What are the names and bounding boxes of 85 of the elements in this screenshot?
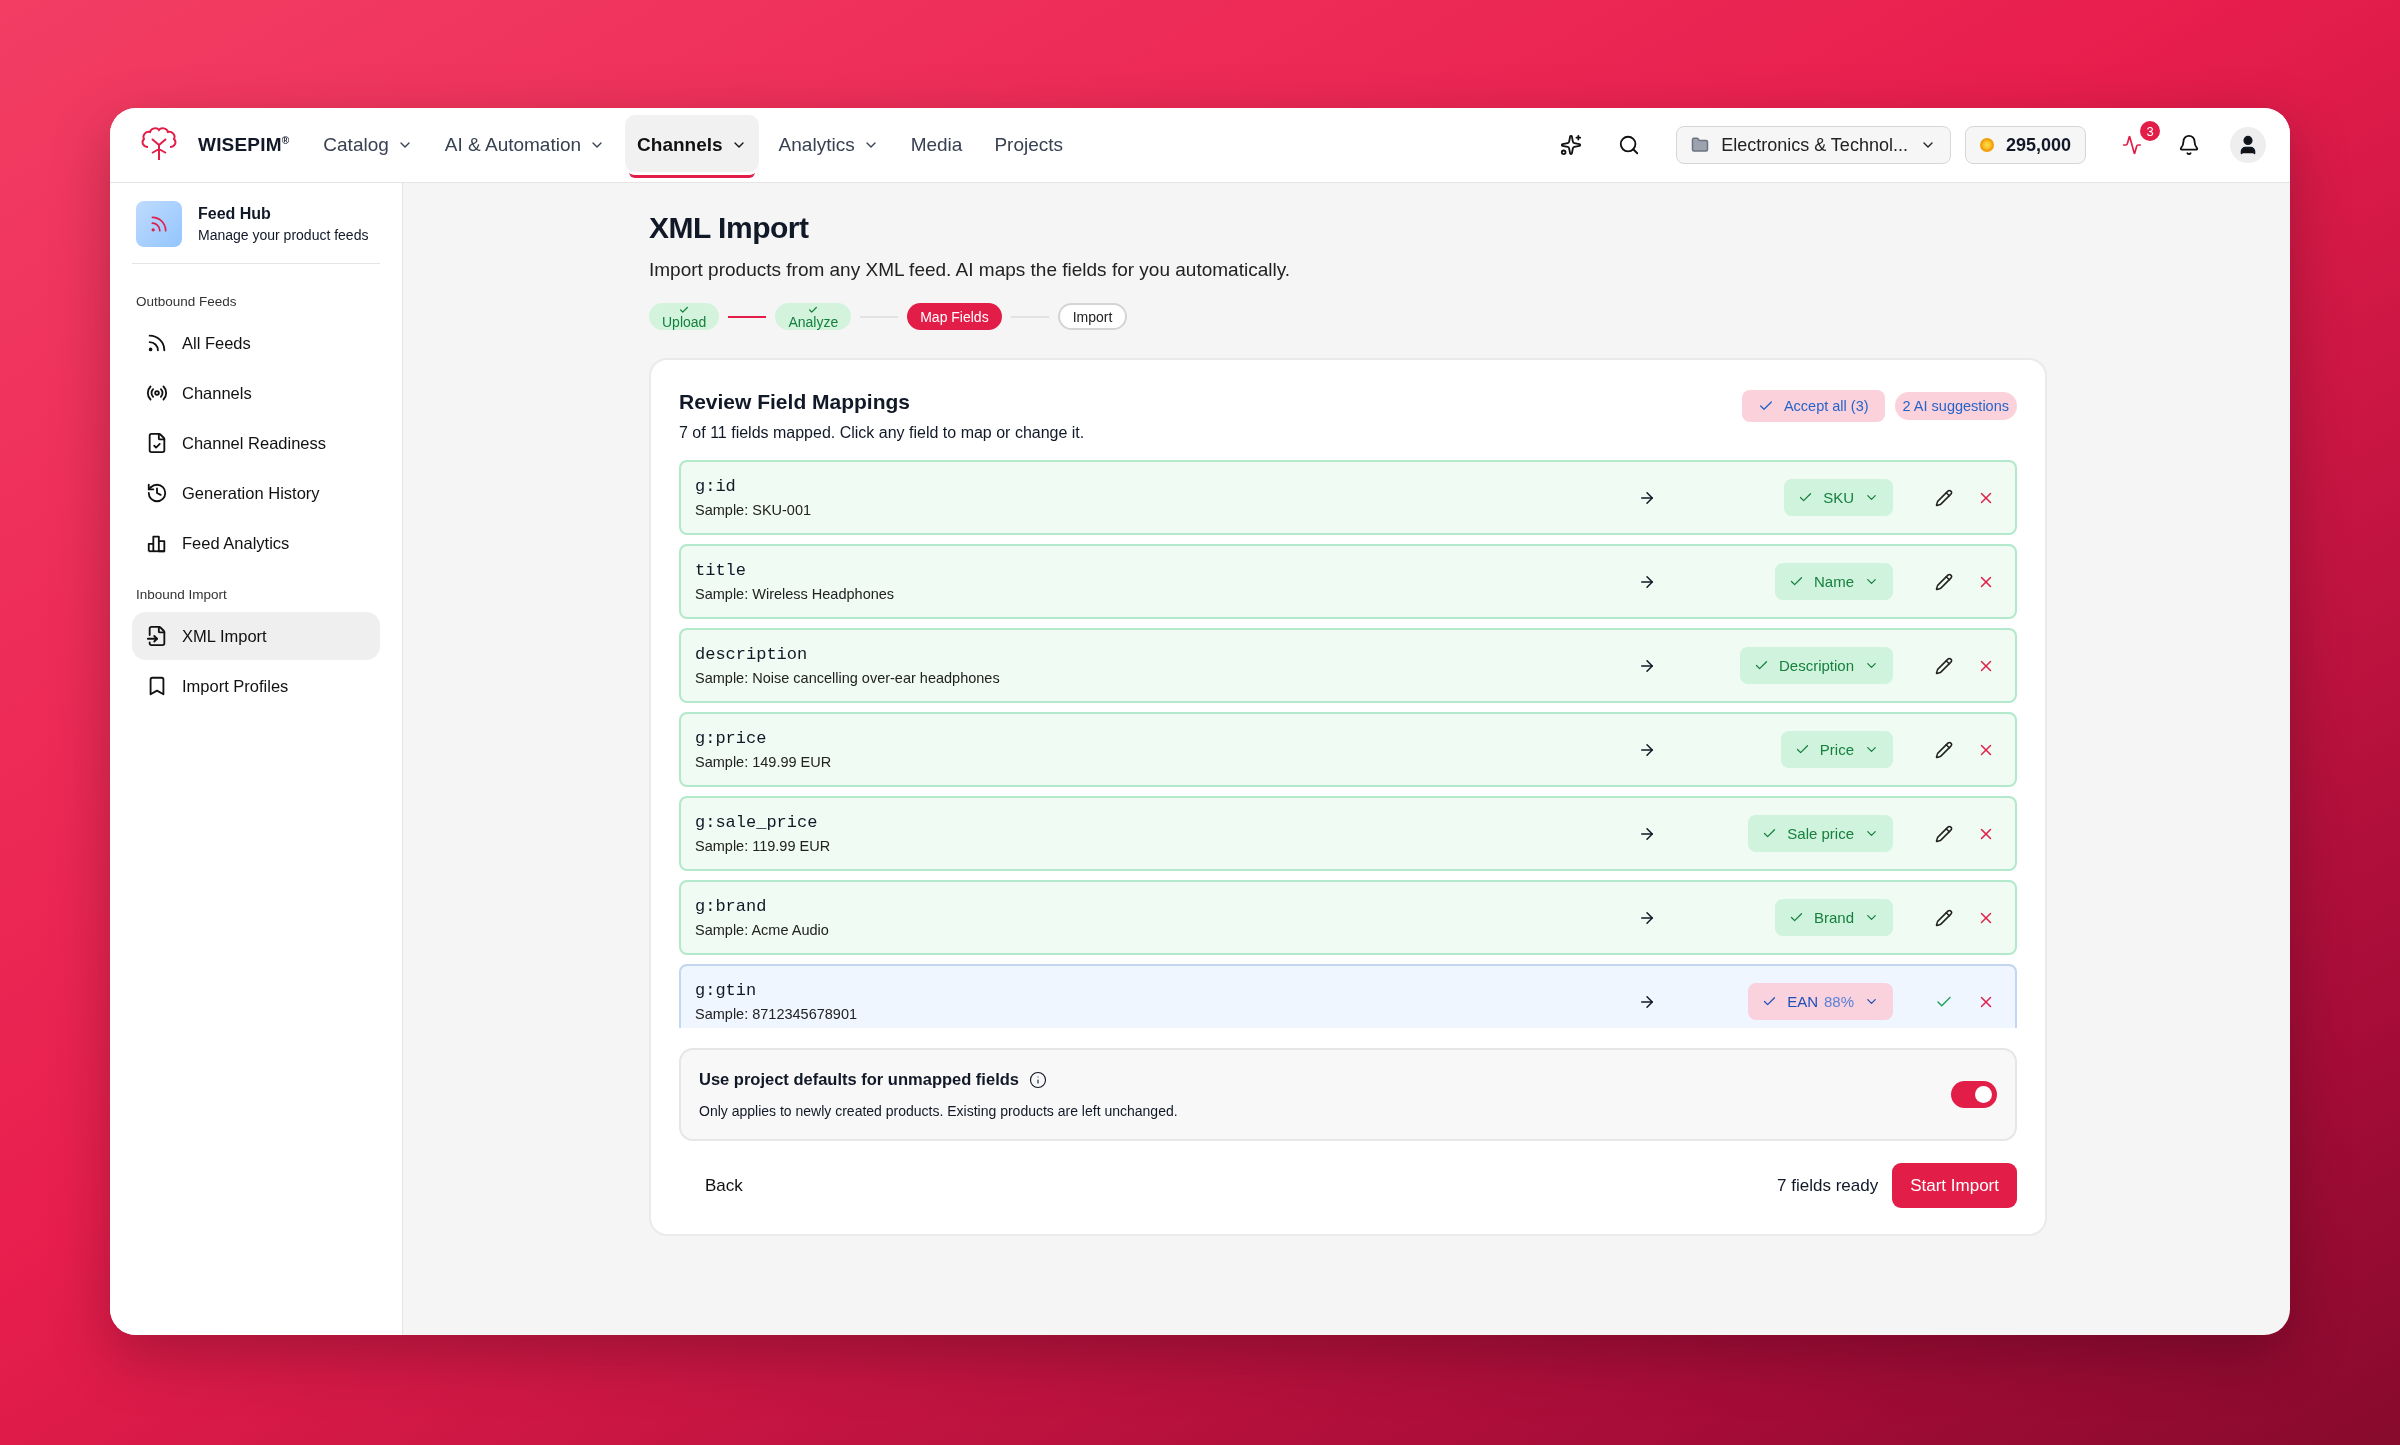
field-name: g:id — [695, 477, 737, 496]
mapping-row[interactable]: g:sale_price Sample: 119.99 EUR Sale price — [679, 796, 2017, 871]
avatar[interactable] — [2230, 127, 2266, 163]
pencil-icon — [1935, 740, 1953, 759]
start-import-button[interactable]: Start Import — [1892, 1163, 2017, 1208]
toggle-switch[interactable] — [1951, 1081, 1997, 1108]
step-pill: Map Fields — [907, 303, 1002, 330]
pencil-icon — [1935, 908, 1953, 927]
rss-icon — [149, 214, 169, 234]
mapping-row[interactable]: g:brand Sample: Acme Audio Brand — [679, 880, 2017, 955]
target-field-select[interactable]: Sale price — [1748, 815, 1893, 852]
mapping-row[interactable]: title Sample: Wireless Headphones Name — [679, 544, 2017, 619]
sparkles-icon — [1560, 134, 1583, 156]
nav-tab[interactable]: Media — [898, 115, 975, 175]
check-icon — [679, 304, 690, 315]
sidebar-item[interactable]: Import Profiles — [132, 662, 380, 710]
field-sample: Sample: 119.99 EUR — [695, 838, 832, 854]
target-field-select[interactable]: Name — [1775, 563, 1893, 600]
pencil-icon — [1935, 824, 1953, 843]
page-subtitle: Import products from any XML feed. AI maps the fields for you automatically. — [649, 259, 1291, 281]
pulse-icon — [2122, 135, 2142, 155]
nav-tab[interactable]: Catalog — [311, 115, 425, 175]
mapping-row[interactable]: g:price Sample: 149.99 EUR Price — [679, 712, 2017, 787]
search-icon — [1618, 134, 1641, 156]
check-icon — [808, 304, 819, 315]
mapping-row[interactable]: g:gtin Sample: 8712345678901 EAN 88% — [679, 964, 2017, 1028]
field-name: g:brand — [695, 897, 768, 916]
file-check-icon — [146, 432, 168, 454]
field-sample: Sample: 8712345678901 — [695, 1006, 859, 1022]
pencil-icon — [1935, 488, 1953, 507]
target-field-select[interactable]: EAN 88% — [1748, 983, 1893, 1020]
history-icon — [146, 482, 168, 504]
sidebar-item[interactable]: Generation History — [132, 469, 380, 517]
target-field-select[interactable]: Description — [1739, 647, 1893, 684]
sidebar-item[interactable]: Feed Analytics — [132, 519, 380, 567]
mapping-row[interactable]: g:id Sample: SKU-001 SKU — [679, 460, 2017, 535]
pencil-icon — [1935, 656, 1953, 675]
field-sample: Sample: 149.99 EUR — [695, 754, 833, 770]
sidebar-item[interactable]: Channel Readiness — [132, 419, 380, 467]
credits-balance: 295,000 — [1964, 126, 2086, 164]
field-name: title — [695, 561, 747, 580]
project-select[interactable]: Electronics & Technol... — [1676, 126, 1951, 164]
folder-icon — [1691, 136, 1710, 154]
card-title: Review Field Mappings — [679, 390, 912, 414]
field-sample: Sample: Noise cancelling over-ear headphones — [695, 670, 1001, 686]
field-sample: Sample: SKU-001 — [695, 502, 813, 518]
defaults-description: Only applies to newly created products. Existing products are left unchanged. — [699, 1103, 1178, 1119]
bell-icon — [2178, 134, 2200, 156]
target-field-select[interactable]: Brand — [1774, 899, 1893, 936]
notification-badge: 3 — [2140, 121, 2160, 141]
field-name: g:sale_price — [695, 813, 819, 832]
accept-all-button[interactable]: Accept all (3) — [1741, 390, 1885, 422]
step-pill: Import — [1057, 303, 1128, 330]
defaults-title: Use project defaults for unmapped fields — [699, 1070, 1019, 1089]
mapping-row[interactable]: description Sample: Noise cancelling over-ear headphones Description — [679, 628, 2017, 703]
nav-tab[interactable]: AI & Automation — [432, 115, 618, 175]
pencil-icon — [1935, 572, 1953, 591]
card-subtitle: 7 of 11 fields mapped. Click any field to map or change it. — [679, 424, 1085, 442]
field-sample: Sample: Acme Audio — [695, 922, 830, 938]
step-pill: Upload — [649, 303, 720, 330]
nav-tab[interactable]: Channels — [625, 115, 759, 175]
back-button[interactable]: Back — [679, 1165, 769, 1206]
brand-name: WISEPIM$^{®}$ — [198, 134, 290, 156]
sidebar-item[interactable]: XML Import — [132, 612, 380, 660]
sidebar-item[interactable]: All Feeds — [132, 319, 380, 367]
info-icon[interactable] — [1029, 1070, 1047, 1089]
sidebar-group-label: Outbound Feeds — [136, 294, 238, 309]
rss-icon — [146, 332, 168, 354]
target-field-select[interactable]: Price — [1780, 731, 1893, 768]
target-field-select[interactable]: SKU — [1784, 479, 1893, 516]
sidebar-item[interactable]: Channels — [132, 369, 380, 417]
nav-tab[interactable]: Projects — [982, 115, 1076, 175]
page-title: XML Import — [649, 211, 810, 245]
field-name: g:gtin — [695, 981, 758, 1000]
suggestions-badge: 2 AI suggestions — [1894, 392, 2017, 420]
nav-tab[interactable]: Analytics — [766, 115, 891, 175]
sidebar-title: Feed Hub — [198, 205, 272, 223]
ready-status: 7 fields ready — [1777, 1175, 1879, 1196]
sidebar-subtitle: Manage your product feeds — [198, 227, 369, 243]
field-name: g:price — [695, 729, 768, 748]
file-import-icon — [146, 625, 168, 647]
field-name: description — [695, 645, 809, 664]
field-sample: Sample: Wireless Headphones — [695, 586, 896, 602]
sidebar-group-label: Inbound Import — [136, 587, 228, 602]
step-pill: Analyze — [775, 303, 852, 330]
